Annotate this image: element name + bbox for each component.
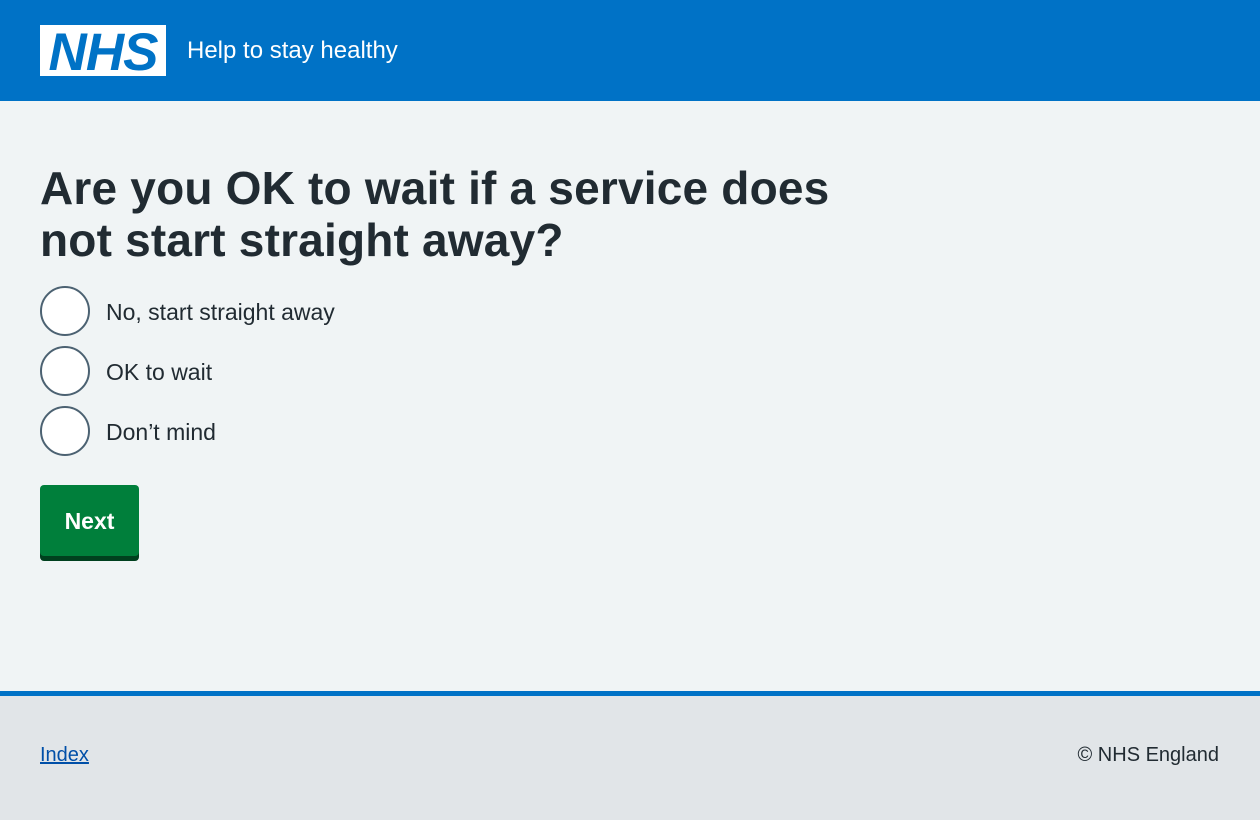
option-no-start-straight-away[interactable]: No, start straight away (40, 286, 840, 336)
radio-button[interactable] (40, 346, 90, 396)
radio-button[interactable] (40, 406, 90, 456)
index-link[interactable]: Index (40, 743, 89, 767)
option-label[interactable]: No, start straight away (106, 298, 335, 326)
radio-group: No, start straight away OK to wait Don’t… (40, 286, 840, 456)
nhs-logo[interactable]: NHS (40, 25, 166, 76)
option-dont-mind[interactable]: Don’t mind (40, 406, 840, 456)
option-label[interactable]: Don’t mind (106, 418, 216, 446)
nhs-logo-text: NHS (49, 25, 159, 76)
option-label[interactable]: OK to wait (106, 358, 212, 386)
site-header: NHS Help to stay healthy (0, 0, 1260, 101)
radio-button[interactable] (40, 286, 90, 336)
copyright-text: © NHS England (1077, 744, 1219, 766)
question-heading: Are you OK to wait if a service does not… (40, 162, 830, 266)
site-footer: Index © NHS England (0, 691, 1260, 820)
next-button[interactable]: Next (40, 485, 139, 556)
service-name: Help to stay healthy (187, 37, 398, 64)
main-content: Are you OK to wait if a service does not… (40, 162, 840, 466)
option-ok-to-wait[interactable]: OK to wait (40, 346, 840, 396)
